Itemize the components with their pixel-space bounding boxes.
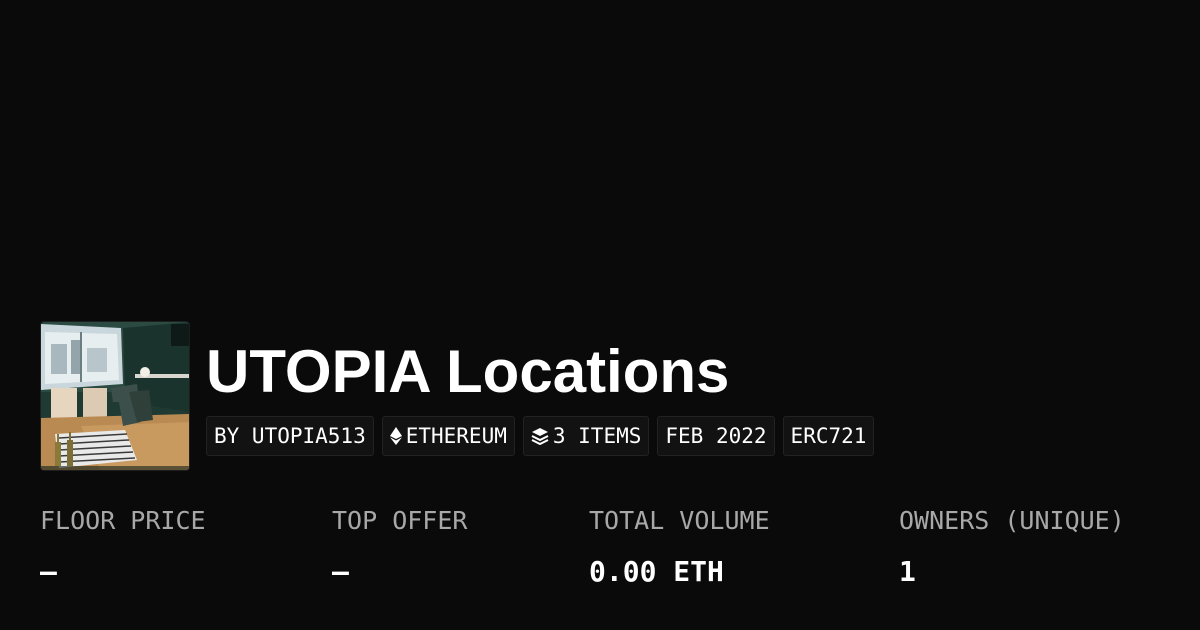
stat-total-volume: TOTAL VOLUME 0.00 ETH (589, 505, 770, 589)
layers-icon (531, 427, 549, 445)
stat-label: OWNERS (UNIQUE) (899, 506, 1125, 535)
title-block: UTOPIA Locations BY UTOPIA513 ETHEREUM 3… (206, 321, 875, 456)
tag-item-count[interactable]: 3 ITEMS (522, 416, 650, 456)
tag-date: FEB 2022 (657, 416, 775, 456)
stat-label: TOP OFFER (332, 506, 468, 535)
tag-label: FEB 2022 (665, 424, 767, 448)
tag-chain[interactable]: ETHEREUM (381, 416, 515, 456)
collection-thumbnail[interactable] (40, 321, 190, 471)
stat-value: 0.00 ETH (589, 555, 724, 588)
tag-list: BY UTOPIA513 ETHEREUM 3 ITEMS FEB 2022 E… (206, 416, 875, 456)
tag-label: ETHEREUM (405, 424, 507, 448)
stats-row: FLOOR PRICE — TOP OFFER — TOTAL VOLUME 0… (40, 505, 1180, 605)
stat-value: 1 (899, 555, 916, 588)
stat-top-offer: TOP OFFER — (332, 505, 467, 589)
tag-creator[interactable]: BY UTOPIA513 (206, 416, 374, 456)
stat-value: — (332, 555, 349, 588)
tag-label: ERC721 (790, 424, 867, 448)
room-image (41, 322, 189, 470)
tag-label: BY UTOPIA513 (214, 424, 366, 448)
tag-standard: ERC721 (782, 416, 875, 456)
stat-value: — (40, 555, 57, 588)
collection-header: UTOPIA Locations BY UTOPIA513 ETHEREUM 3… (40, 321, 875, 471)
stat-label: TOTAL VOLUME (589, 506, 770, 535)
stat-floor-price: FLOOR PRICE — (40, 505, 206, 589)
collection-title: UTOPIA Locations (206, 338, 730, 405)
tag-label: 3 ITEMS (552, 424, 642, 448)
stat-owners: OWNERS (UNIQUE) 1 (899, 505, 1125, 589)
stat-label: FLOOR PRICE (40, 506, 206, 535)
ethereum-icon (389, 427, 402, 445)
